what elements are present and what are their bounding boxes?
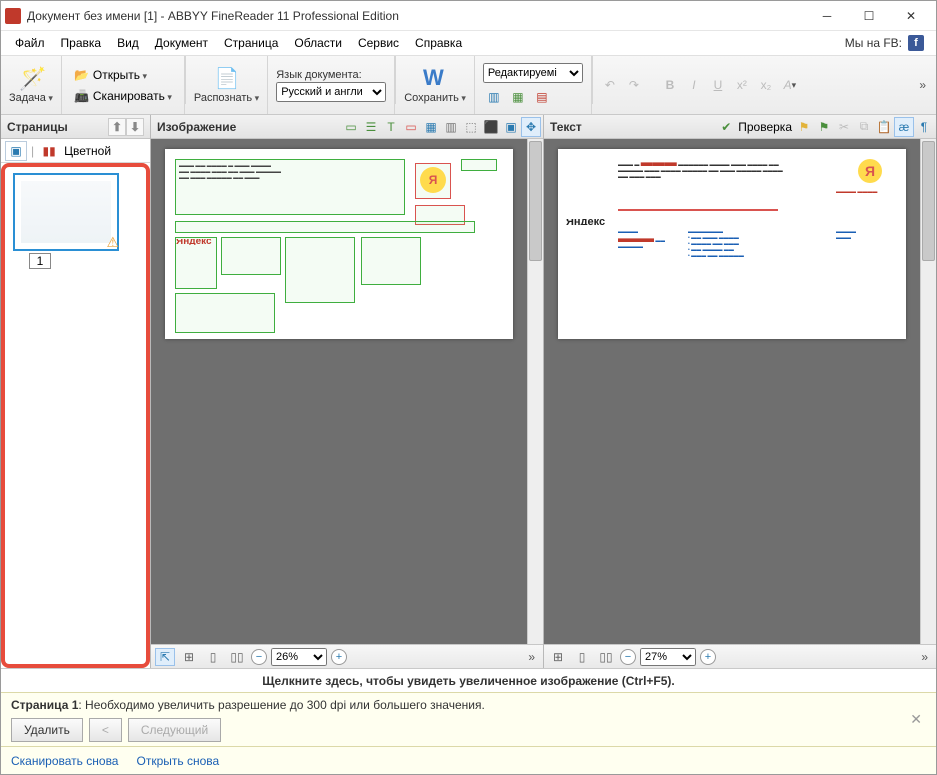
picture-area-icon[interactable]: ▭ [401, 117, 421, 137]
status-overflow-t[interactable]: » [917, 650, 932, 664]
facebook-icon[interactable]: f [908, 35, 924, 51]
table-area-icon[interactable]: ▦ [421, 117, 441, 137]
color-mode-icon[interactable]: ▮▮ [38, 141, 60, 161]
page-up-button[interactable]: ⬆ [108, 118, 126, 136]
two-page-icon[interactable]: ▯▯ [227, 648, 247, 666]
doc-format-icon[interactable]: ▥ [483, 87, 505, 107]
warning-strip: Страница 1: Необходимо увеличить разреше… [1, 692, 936, 746]
text-panel: Текст ✔ Проверка ⚑ ⚑ ✂ ⧉ 📋 æ ¶ ▬▬▬ ▬ ▬▬▬… [544, 115, 936, 668]
page-down-button[interactable]: ⬇ [126, 118, 144, 136]
open-again-link[interactable]: Открыть снова [136, 754, 219, 768]
language-select[interactable]: Русский и англи [276, 82, 386, 102]
menu-edit[interactable]: Правка [53, 33, 110, 53]
fit-page-icon[interactable]: ▯ [203, 648, 223, 666]
pilcrow-icon[interactable]: ¶ [914, 117, 934, 137]
image-panel: Изображение ▭ ☰ T ▭ ▦ ▥ ⬚ ⬛ ▣ ✥ [151, 115, 544, 668]
zoom-in-button[interactable]: + [331, 649, 347, 665]
task-button[interactable]: 🪄 Задача [1, 56, 62, 114]
edit-mode-select[interactable]: Редактируемі [483, 63, 583, 83]
prev-button[interactable]: < [89, 718, 122, 742]
main-toolbar: 🪄 Задача 📂Открыть 📠Сканировать 📄 Распозн… [1, 55, 936, 115]
xls-format-icon[interactable]: ▦ [507, 87, 529, 107]
copy-icon[interactable]: ⧉ [854, 117, 874, 137]
paste-icon[interactable]: 📋 [874, 117, 894, 137]
undo-button[interactable]: ↶ [599, 75, 621, 95]
menu-service[interactable]: Сервис [350, 33, 407, 53]
warn-message: : Необходимо увеличить разрешение до 300… [78, 698, 484, 712]
verify-button[interactable]: ✔ [716, 117, 736, 137]
app-icon [5, 8, 21, 24]
scan-button[interactable]: 📠Сканировать [70, 87, 176, 105]
scan-again-link[interactable]: Сканировать снова [11, 754, 118, 768]
link-icon[interactable]: æ [894, 117, 914, 137]
bold-button[interactable]: B [659, 75, 681, 95]
select-icon[interactable]: ⬚ [461, 117, 481, 137]
superscript-button[interactable]: x² [731, 75, 753, 95]
analyze-icon[interactable]: ☰ [361, 117, 381, 137]
prev-error-icon[interactable]: ⚑ [794, 117, 814, 137]
menu-view[interactable]: Вид [109, 33, 147, 53]
menu-document[interactable]: Документ [147, 33, 216, 53]
zoom-select-image[interactable]: 26% [271, 648, 327, 666]
menu-areas[interactable]: Области [286, 33, 350, 53]
fit-width-icon[interactable]: ⊞ [179, 648, 199, 666]
text-viewer[interactable]: ▬▬▬ ▬ ▬▬▬ ▬▬▬▬▬▬ ▬▬▬▬ ▬▬▬ ▬▬▬▬ ▬▬ ▬▬▬▬▬ … [544, 139, 936, 644]
color-mode-label: Цветной [64, 144, 111, 158]
minimize-button[interactable]: ─ [806, 2, 848, 30]
zoom-out-button[interactable]: − [251, 649, 267, 665]
menu-file[interactable]: Файл [7, 33, 53, 53]
image-viewer[interactable]: ▬▬▬ ▬▬ ▬▬▬▬ ▬ ▬▬▬ ▬▬▬▬▬▬ ▬▬▬▬ ▬▬▬ ▬▬ ▬▬▬… [151, 139, 543, 644]
menu-page[interactable]: Страница [216, 33, 286, 53]
redo-button[interactable]: ↷ [623, 75, 645, 95]
fit-page-icon-t[interactable]: ▯ [572, 648, 592, 666]
two-page-icon-t[interactable]: ▯▯ [596, 648, 616, 666]
next-button[interactable]: Следующий [128, 718, 221, 742]
nav-up-icon[interactable]: ⇱ [155, 648, 175, 666]
move-icon[interactable]: ✥ [521, 117, 541, 137]
maximize-button[interactable]: ☐ [848, 2, 890, 30]
save-button[interactable]: W Сохранить [396, 56, 475, 114]
zoom-hint[interactable]: Щелкните здесь, чтобы увидеть увеличенно… [1, 668, 936, 692]
pages-title: Страницы [7, 120, 68, 134]
eraser-icon[interactable]: ⬛ [481, 117, 501, 137]
underline-button[interactable]: U [707, 75, 729, 95]
text-area-icon[interactable]: T [381, 117, 401, 137]
warn-page-label: Страница 1 [11, 698, 78, 712]
lang-label: Язык документа: [276, 69, 361, 81]
next-error-icon[interactable]: ⚑ [814, 117, 834, 137]
style-button[interactable]: A [779, 75, 801, 95]
subscript-button[interactable]: x₂ [755, 75, 777, 95]
scrollbar-vertical-text[interactable] [920, 139, 936, 644]
warning-close-icon[interactable]: ✕ [906, 707, 926, 732]
window-title: Документ без имени [1] - ABBYY FineReade… [27, 9, 806, 23]
pdf-format-icon[interactable]: ▤ [531, 87, 553, 107]
text-panel-title: Текст [546, 120, 582, 134]
scrollbar-vertical[interactable] [527, 139, 543, 644]
recognize-button[interactable]: 📄 Распознать [186, 56, 268, 114]
thumb-number[interactable]: 1 [29, 253, 51, 269]
zoom-select-text[interactable]: 27% [640, 648, 696, 666]
verify-label: Проверка [736, 120, 794, 134]
zoom-in-button-t[interactable]: + [700, 649, 716, 665]
pages-panel: Страницы ⬆ ⬇ ▣ | ▮▮ Цветной 1 [1, 115, 151, 668]
menu-help[interactable]: Справка [407, 33, 470, 53]
fb-label: Мы на FB: [845, 36, 902, 50]
zoom-out-button-t[interactable]: − [620, 649, 636, 665]
menu-bar: Файл Правка Вид Документ Страница Област… [1, 31, 936, 55]
crop-icon[interactable]: ▣ [501, 117, 521, 137]
barcode-area-icon[interactable]: ▥ [441, 117, 461, 137]
image-panel-title: Изображение [153, 120, 236, 134]
list-view-icon[interactable]: ▣ [5, 141, 27, 161]
read-area-icon[interactable]: ▭ [341, 117, 361, 137]
page-thumbnail-1[interactable] [13, 173, 119, 251]
italic-button[interactable]: I [683, 75, 705, 95]
cut-icon[interactable]: ✂ [834, 117, 854, 137]
open-button[interactable]: 📂Открыть [70, 66, 151, 84]
delete-button[interactable]: Удалить [11, 718, 83, 742]
status-overflow[interactable]: » [524, 650, 539, 664]
toolbar-overflow[interactable]: » [915, 78, 930, 92]
close-button[interactable]: ✕ [890, 2, 932, 30]
fit-width-icon-t[interactable]: ⊞ [548, 648, 568, 666]
